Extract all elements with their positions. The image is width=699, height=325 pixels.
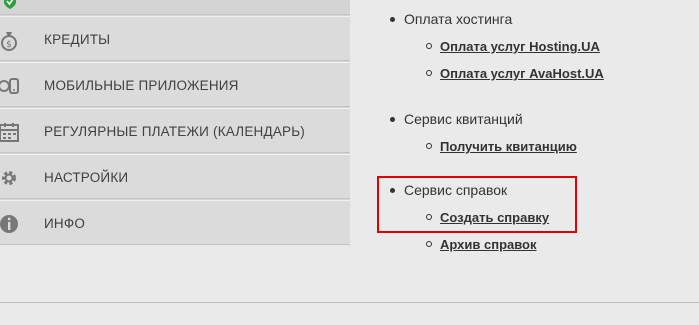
link-hosting-ua[interactable]: Оплата услуг Hosting.UA [426, 39, 600, 54]
link-certificate-archive[interactable]: Архив справок [426, 237, 537, 252]
sidebar-item-label: ИНФО [44, 216, 86, 231]
sidebar-item-settings[interactable]: НАСТРОЙКИ [0, 154, 350, 199]
calendar-icon [0, 123, 19, 142]
bullet-icon [390, 117, 395, 122]
sidebar-item-label: МОБИЛЬНЫЕ ПРИЛОЖЕНИЯ [44, 78, 239, 93]
bullet-circle-icon [426, 43, 432, 49]
mobile-apps-icon [0, 78, 19, 94]
gear-icon [2, 171, 16, 185]
sidebar-item-label: КРЕДИТЫ [44, 32, 111, 47]
bullet-circle-icon [426, 241, 432, 247]
highlight-box [377, 176, 577, 233]
bullet-circle-icon [426, 70, 432, 76]
section-title-hosting: Оплата хостинга [390, 11, 512, 27]
sidebar-item-mobile-apps[interactable]: МОБИЛЬНЫЕ ПРИЛОЖЕНИЯ [0, 62, 350, 107]
bullet-circle-icon [426, 143, 432, 149]
sidebar-item-credits[interactable]: $ КРЕДИТЫ [0, 16, 350, 61]
sidebar-menu: $ КРЕДИТЫ МОБИЛЬНЫЕ ПРИЛОЖЕНИЯ РЕГУЛЯРНЫ… [0, 0, 350, 245]
section-title-receipts: Сервис квитанций [390, 111, 523, 127]
shield-icon [4, 0, 16, 9]
sidebar-item-partial[interactable] [0, 0, 350, 15]
sidebar-item-info[interactable]: ИНФО [0, 200, 350, 245]
bullet-icon [390, 17, 395, 22]
info-icon [0, 215, 18, 233]
link-get-receipt[interactable]: Получить квитанцию [426, 139, 577, 154]
money-bag-icon: $ [1, 32, 17, 51]
sidebar-item-label: НАСТРОЙКИ [44, 170, 129, 185]
sidebar-item-regular-payments[interactable]: РЕГУЛЯРНЫЕ ПЛАТЕЖИ (КАЛЕНДАРЬ) [0, 108, 350, 153]
link-avahost-ua[interactable]: Оплата услуг AvaHost.UA [426, 66, 604, 81]
sidebar-item-label: РЕГУЛЯРНЫЕ ПЛАТЕЖИ (КАЛЕНДАРЬ) [44, 124, 305, 139]
footer-divider [0, 302, 699, 303]
svg-text:$: $ [6, 40, 12, 50]
